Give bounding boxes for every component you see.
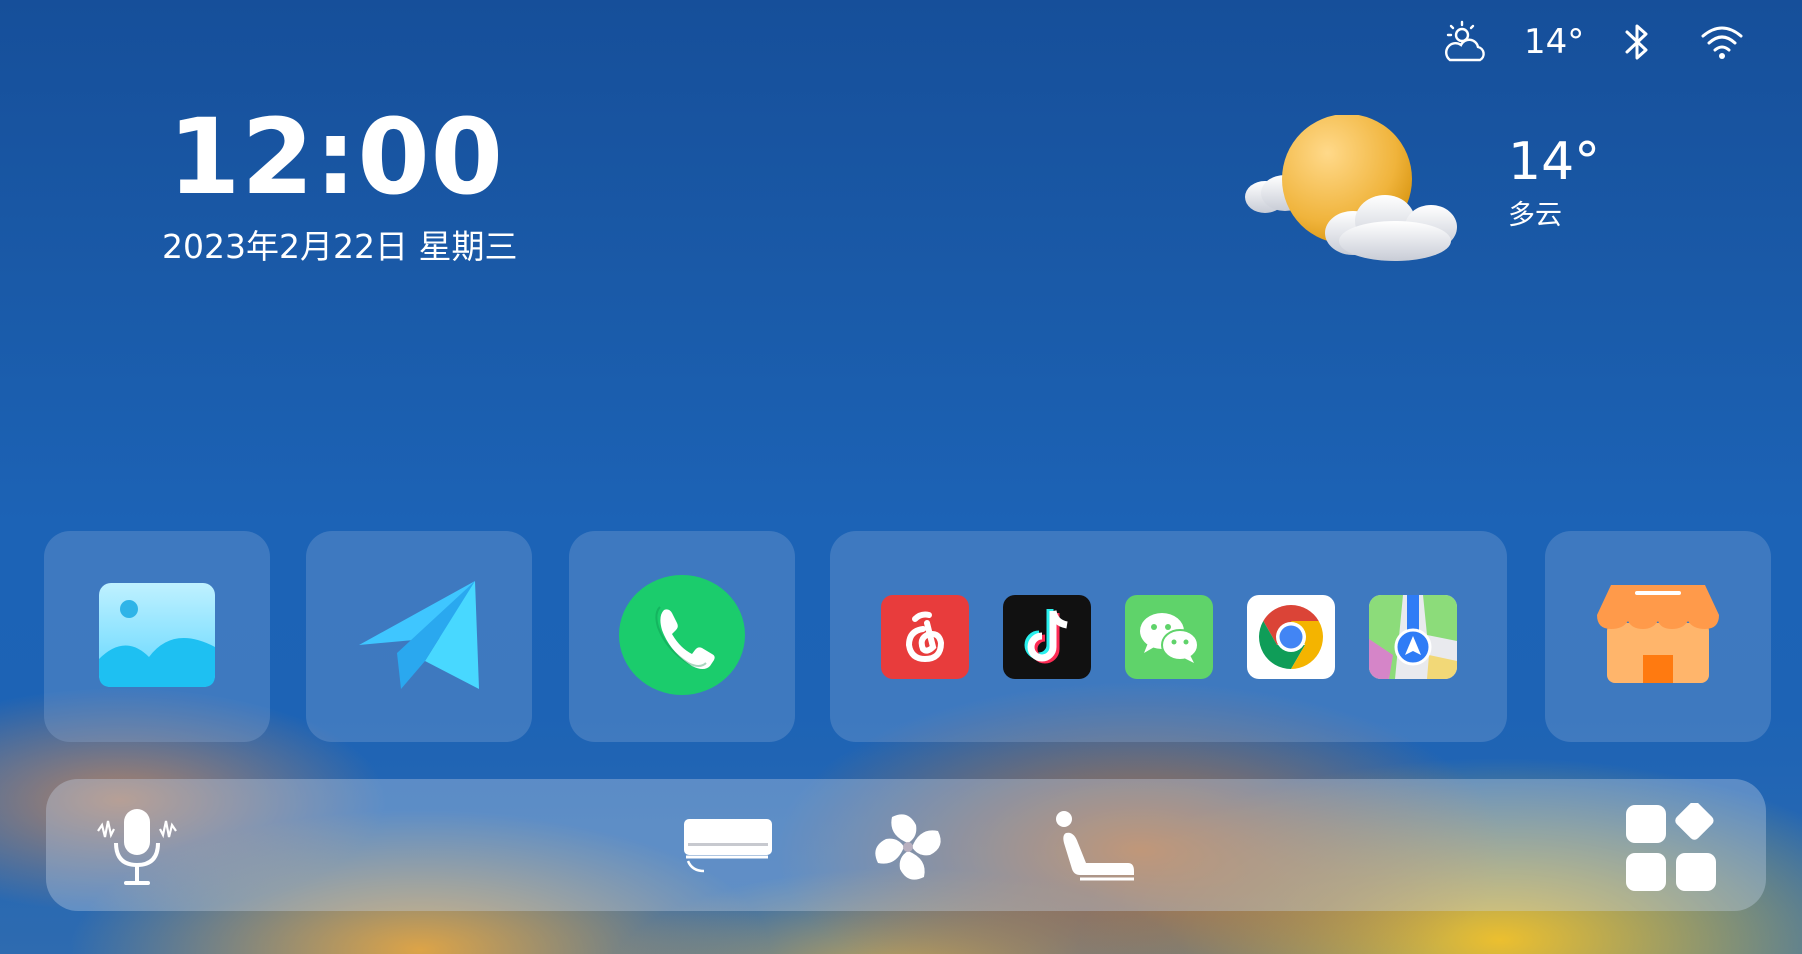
weather-description: 多云 xyxy=(1508,200,1562,231)
clock-date: 2023年2月22日 星期三 xyxy=(162,227,518,266)
bluetooth-icon[interactable] xyxy=(1622,20,1652,64)
tiktok-icon[interactable] xyxy=(1002,594,1091,679)
apps-grid-icon[interactable] xyxy=(1624,803,1720,893)
clock-time: 12:00 xyxy=(168,96,505,218)
gallery-card[interactable] xyxy=(44,531,270,742)
bottom-dock xyxy=(46,779,1766,911)
paper-plane-icon[interactable] xyxy=(357,579,481,695)
apps-group-card xyxy=(830,531,1507,742)
status-temperature: 14° xyxy=(1524,22,1585,62)
store-card[interactable] xyxy=(1545,531,1771,742)
app-store-icon[interactable] xyxy=(1597,584,1719,689)
chrome-icon[interactable] xyxy=(1246,594,1335,679)
seat-icon[interactable] xyxy=(1050,809,1136,885)
messenger-card[interactable] xyxy=(306,531,532,742)
sun-behind-clouds-icon[interactable] xyxy=(1235,114,1475,265)
status-weather-icon xyxy=(1440,20,1488,64)
weather-temperature: 14° xyxy=(1508,132,1601,192)
wechat-icon[interactable] xyxy=(1124,594,1213,679)
phone-card[interactable] xyxy=(569,531,795,742)
maps-icon[interactable] xyxy=(1368,594,1457,679)
air-conditioner-icon[interactable] xyxy=(682,813,774,877)
wifi-icon[interactable] xyxy=(1700,20,1744,64)
phone-icon[interactable] xyxy=(619,574,745,700)
gallery-icon[interactable] xyxy=(97,581,217,693)
fan-icon[interactable] xyxy=(866,809,950,885)
netease-music-icon[interactable] xyxy=(880,594,969,679)
voice-assistant-icon[interactable] xyxy=(96,807,178,887)
